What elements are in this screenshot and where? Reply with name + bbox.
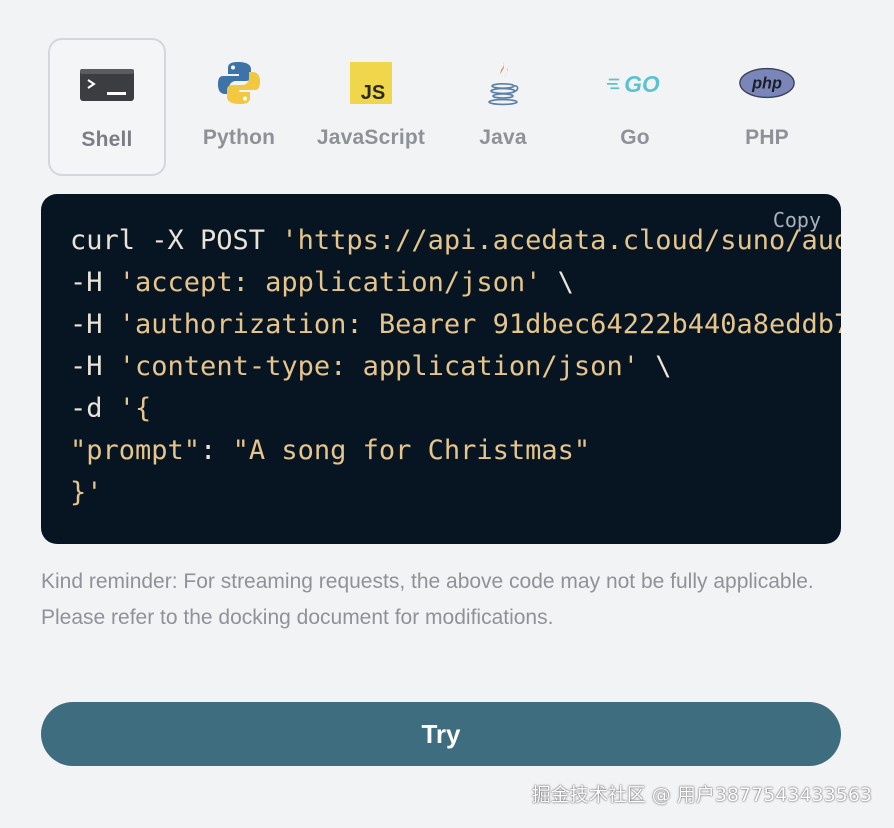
language-tabs: Shell Python JS JavaScript Java GO Go ph… (41, 38, 841, 178)
code-sample-panel: Shell Python JS JavaScript Java GO Go ph… (0, 0, 894, 828)
tab-go[interactable]: GO Go (576, 38, 694, 176)
svg-text:php: php (751, 74, 782, 92)
javascript-icon: JS (343, 58, 399, 108)
go-icon: GO (607, 58, 663, 108)
code-line: -H 'content-type: application/json' \ (70, 351, 672, 382)
watermark: 掘金技术社区 @ 用户3877543433563 (531, 784, 872, 806)
code-text: curl -X POST 'https://api.acedata.cloud/… (70, 220, 841, 514)
svg-text:GO: GO (624, 71, 660, 97)
terminal-icon (79, 60, 135, 110)
tab-java[interactable]: Java (444, 38, 562, 176)
python-icon (211, 58, 267, 108)
code-line: -H 'authorization: Bearer 91dbec64222b44… (70, 309, 841, 340)
try-button[interactable]: Try (41, 702, 841, 766)
code-line: curl -X POST 'https://api.acedata.cloud/… (70, 225, 841, 256)
tab-label: PHP (745, 126, 789, 149)
php-icon: php (739, 58, 795, 108)
tab-python[interactable]: Python (180, 38, 298, 176)
tab-shell[interactable]: Shell (48, 38, 166, 176)
code-line: "prompt": "A song for Christmas" (70, 435, 591, 466)
code-line: -d '{ (70, 393, 152, 424)
code-line: -H 'accept: application/json' \ (70, 267, 574, 298)
svg-text:JS: JS (361, 82, 385, 104)
streaming-reminder: Kind reminder: For streaming requests, t… (41, 570, 814, 629)
tab-php[interactable]: php PHP (708, 38, 826, 176)
tab-javascript[interactable]: JS JavaScript (312, 38, 430, 176)
code-line: }' (70, 477, 103, 508)
code-block[interactable]: Copy curl -X POST 'https://api.acedata.c… (41, 194, 841, 544)
java-icon (475, 58, 531, 108)
